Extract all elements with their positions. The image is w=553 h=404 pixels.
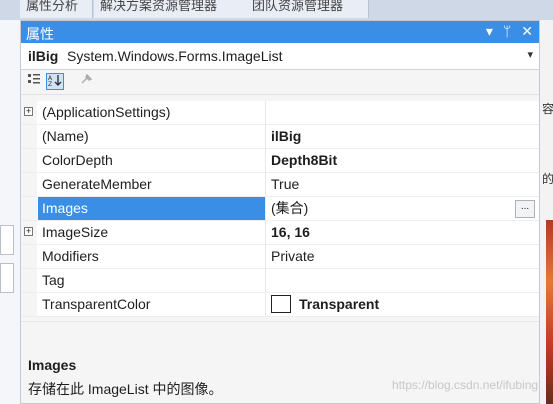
row-gutter: [21, 197, 37, 220]
close-icon[interactable]: ✕: [521, 23, 533, 40]
row-gutter: +: [21, 101, 37, 124]
ide-tab-team-explorer[interactable]: 团队资源管理器: [246, 0, 369, 18]
property-row[interactable]: ColorDepth Depth8Bit: [21, 149, 539, 173]
property-row[interactable]: (Name) ilBig: [21, 125, 539, 149]
row-gutter: [21, 173, 37, 196]
ide-right-image-strip: [546, 220, 553, 404]
ide-top-strip: 属性分析 解决方案资源管理器 团队资源管理器: [0, 0, 553, 20]
property-name[interactable]: Tag: [38, 269, 266, 292]
property-value[interactable]: Private: [267, 245, 539, 268]
property-value[interactable]: ilBig: [267, 125, 539, 148]
property-row[interactable]: Modifiers Private: [21, 245, 539, 269]
alphabetical-icon[interactable]: AZ: [46, 73, 64, 90]
property-grid-empty-area: [21, 321, 539, 358]
row-gutter: +: [21, 221, 37, 244]
property-value[interactable]: (集合)...: [267, 197, 539, 220]
property-name[interactable]: (Name): [38, 125, 266, 148]
window-menu-icon[interactable]: ▾: [486, 23, 493, 40]
panel-titlebar: 属性 ▾ ᛘ ✕: [21, 21, 539, 43]
property-value[interactable]: [267, 101, 539, 124]
property-pages-icon[interactable]: [77, 73, 95, 90]
property-grid: + (ApplicationSettings) (Name) ilBig ColorDe…: [21, 101, 539, 317]
property-row[interactable]: Images (集合)...: [21, 197, 539, 221]
chevron-down-icon[interactable]: ▾: [527, 48, 533, 61]
ide-right-char: 容: [542, 102, 553, 116]
panel-title: 属性: [26, 26, 54, 42]
property-name[interactable]: (ApplicationSettings): [38, 101, 266, 124]
property-value-text: ilBig: [271, 128, 302, 144]
property-value-text: 16, 16: [271, 224, 310, 240]
property-name[interactable]: Images: [38, 197, 266, 220]
object-selector[interactable]: ilBig System.Windows.Forms.ImageList ▾: [21, 43, 539, 70]
property-name[interactable]: Modifiers: [38, 245, 266, 268]
properties-panel: 属性 ▾ ᛘ ✕ ilBig System.Windows.Forms.Imag…: [20, 20, 540, 404]
ide-left-control: [0, 263, 14, 293]
description-title: Images: [28, 357, 77, 373]
property-row[interactable]: + (ApplicationSettings): [21, 101, 539, 125]
property-value[interactable]: Depth8Bit: [267, 149, 539, 172]
property-row[interactable]: Tag: [21, 269, 539, 293]
property-row[interactable]: + ImageSize 16, 16: [21, 221, 539, 245]
row-gutter: [21, 293, 37, 316]
ide-tab-solution-explorer[interactable]: 解决方案资源管理器: [94, 0, 247, 18]
row-gutter: [21, 149, 37, 172]
property-name[interactable]: GenerateMember: [38, 173, 266, 196]
property-value-text: Depth8Bit: [271, 152, 338, 168]
property-name[interactable]: ColorDepth: [38, 149, 266, 172]
ide-right-char: 的: [542, 172, 553, 186]
pin-icon[interactable]: ᛘ: [503, 23, 511, 40]
property-value[interactable]: 16, 16: [267, 221, 539, 244]
property-value-text: (集合): [271, 200, 309, 216]
property-value-text: True: [271, 176, 300, 192]
watermark: https://blog.csdn.net/ifubing: [392, 378, 539, 392]
expand-icon[interactable]: +: [24, 227, 33, 236]
expand-icon[interactable]: +: [24, 107, 33, 116]
collection-editor-button[interactable]: ...: [515, 200, 535, 218]
row-gutter: [21, 125, 37, 148]
ide-right-edge: 容 的: [540, 20, 553, 404]
property-value-text: Transparent: [299, 296, 380, 312]
properties-toolbar: AZ: [21, 70, 539, 95]
property-value[interactable]: Transparent: [267, 293, 539, 316]
row-gutter: [21, 245, 37, 268]
property-name[interactable]: TransparentColor: [38, 293, 266, 316]
ide-tab-analysis[interactable]: 属性分析: [20, 0, 93, 18]
property-value[interactable]: [267, 269, 539, 292]
row-gutter: [21, 269, 37, 292]
property-row[interactable]: GenerateMember True: [21, 173, 539, 197]
object-type: System.Windows.Forms.ImageList: [67, 48, 283, 64]
object-name: ilBig: [28, 48, 59, 64]
description-text: 存储在此 ImageList 中的图像。: [28, 381, 223, 397]
categorized-icon[interactable]: [25, 73, 43, 90]
ide-left-edge: [0, 20, 21, 404]
property-value-text: Private: [271, 248, 315, 264]
property-name[interactable]: ImageSize: [38, 221, 266, 244]
property-value[interactable]: True: [267, 173, 539, 196]
svg-text:Z: Z: [48, 81, 52, 87]
ide-left-control: [0, 225, 14, 255]
color-swatch: [271, 295, 291, 314]
property-row[interactable]: TransparentColor Transparent: [21, 293, 539, 317]
